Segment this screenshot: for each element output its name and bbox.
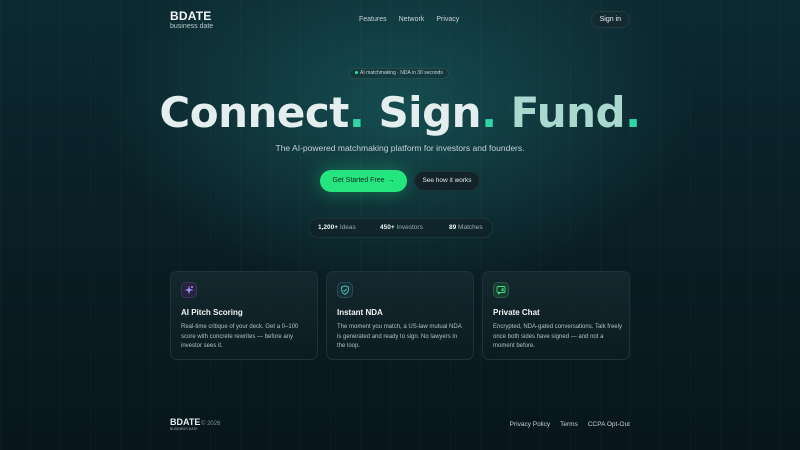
card-title: Instant NDA bbox=[337, 308, 383, 317]
footer-links: Privacy Policy Terms CCPA Opt-Out bbox=[510, 421, 630, 428]
logo[interactable]: BDATE business date bbox=[170, 10, 213, 31]
hero-dot: . bbox=[481, 88, 497, 137]
nav-link-privacy[interactable]: Privacy bbox=[436, 16, 459, 23]
stat-value: 450+ bbox=[380, 224, 395, 231]
sign-in-button[interactable]: Sign in bbox=[590, 11, 630, 28]
hero-word-connect: Connect bbox=[159, 88, 349, 137]
status-dot-icon bbox=[355, 71, 358, 75]
hero-dot: . bbox=[348, 88, 365, 137]
announcement-badge: AI matchmaking · NDA in 30 seconds bbox=[349, 68, 449, 79]
stat-matches: 89 Matches bbox=[449, 219, 483, 237]
hero-title: Connect. Sign. Fund. bbox=[0, 88, 800, 137]
see-how-it-works-button[interactable]: See how it works bbox=[414, 171, 480, 191]
stat-ideas: 1,200+ Ideas bbox=[318, 219, 356, 237]
footer: BDATE BUSINESS DATE © 2026 Privacy Polic… bbox=[170, 418, 630, 432]
footer-link-terms[interactable]: Terms bbox=[560, 421, 578, 428]
hero-word-fund: Fund bbox=[510, 88, 626, 137]
card-description: Encrypted, NDA-gated conversations. Talk… bbox=[493, 324, 622, 349]
get-started-button[interactable]: Get Started Free → bbox=[320, 170, 407, 192]
logo-text: BDATE bbox=[170, 9, 212, 23]
feature-card-ai-pitch-scoring: AI Pitch Scoring Real-time critique of y… bbox=[170, 271, 318, 360]
feature-card-instant-nda: Instant NDA The moment you match, a US-l… bbox=[326, 271, 474, 360]
footer-logo[interactable]: BDATE BUSINESS DATE bbox=[170, 417, 201, 432]
sparkle-icon bbox=[181, 282, 197, 298]
hero-dot: . bbox=[625, 88, 641, 137]
stats-bar: 1,200+ Ideas 450+ Investors 89 Matches bbox=[308, 218, 493, 238]
stat-label: Matches bbox=[458, 224, 483, 231]
get-started-label: Get Started Free bbox=[332, 177, 385, 184]
arrow-right-icon: → bbox=[387, 177, 395, 184]
nav-link-features[interactable]: Features bbox=[359, 16, 387, 23]
hero-word-sign: Sign bbox=[378, 88, 482, 137]
nav-links: Features Network Privacy bbox=[359, 16, 459, 23]
footer-link-ccpa-opt-out[interactable]: CCPA Opt-Out bbox=[588, 421, 630, 428]
card-description: The moment you match, a US-law mutual ND… bbox=[337, 324, 462, 349]
top-nav: BDATE business date Features Network Pri… bbox=[170, 10, 630, 32]
chat-icon bbox=[493, 282, 509, 298]
footer-link-privacy-policy[interactable]: Privacy Policy bbox=[510, 421, 550, 428]
nav-link-network[interactable]: Network bbox=[399, 16, 425, 23]
logo-subtitle: business date bbox=[170, 23, 214, 30]
badge-text: AI matchmaking · NDA in 30 seconds bbox=[360, 70, 443, 76]
stat-label: Ideas bbox=[339, 224, 356, 231]
stat-value: 1,200+ bbox=[318, 224, 339, 231]
footer-logo-text: BDATE bbox=[170, 417, 201, 427]
card-title: Private Chat bbox=[493, 308, 540, 317]
shield-icon bbox=[337, 282, 353, 298]
card-title: AI Pitch Scoring bbox=[181, 308, 243, 317]
stat-label: Investors bbox=[396, 224, 423, 231]
card-description: Real-time critique of your deck. Get a 0… bbox=[181, 324, 299, 349]
stat-value: 89 bbox=[449, 224, 457, 231]
footer-logo-subtitle: BUSINESS DATE bbox=[170, 427, 198, 431]
hero-subtitle: The AI-powered matchmaking platform for … bbox=[275, 143, 525, 153]
feature-card-private-chat: Private Chat Encrypted, NDA-gated conver… bbox=[482, 271, 630, 360]
copyright: © 2026 bbox=[201, 421, 221, 427]
stat-investors: 450+ Investors bbox=[380, 219, 423, 237]
